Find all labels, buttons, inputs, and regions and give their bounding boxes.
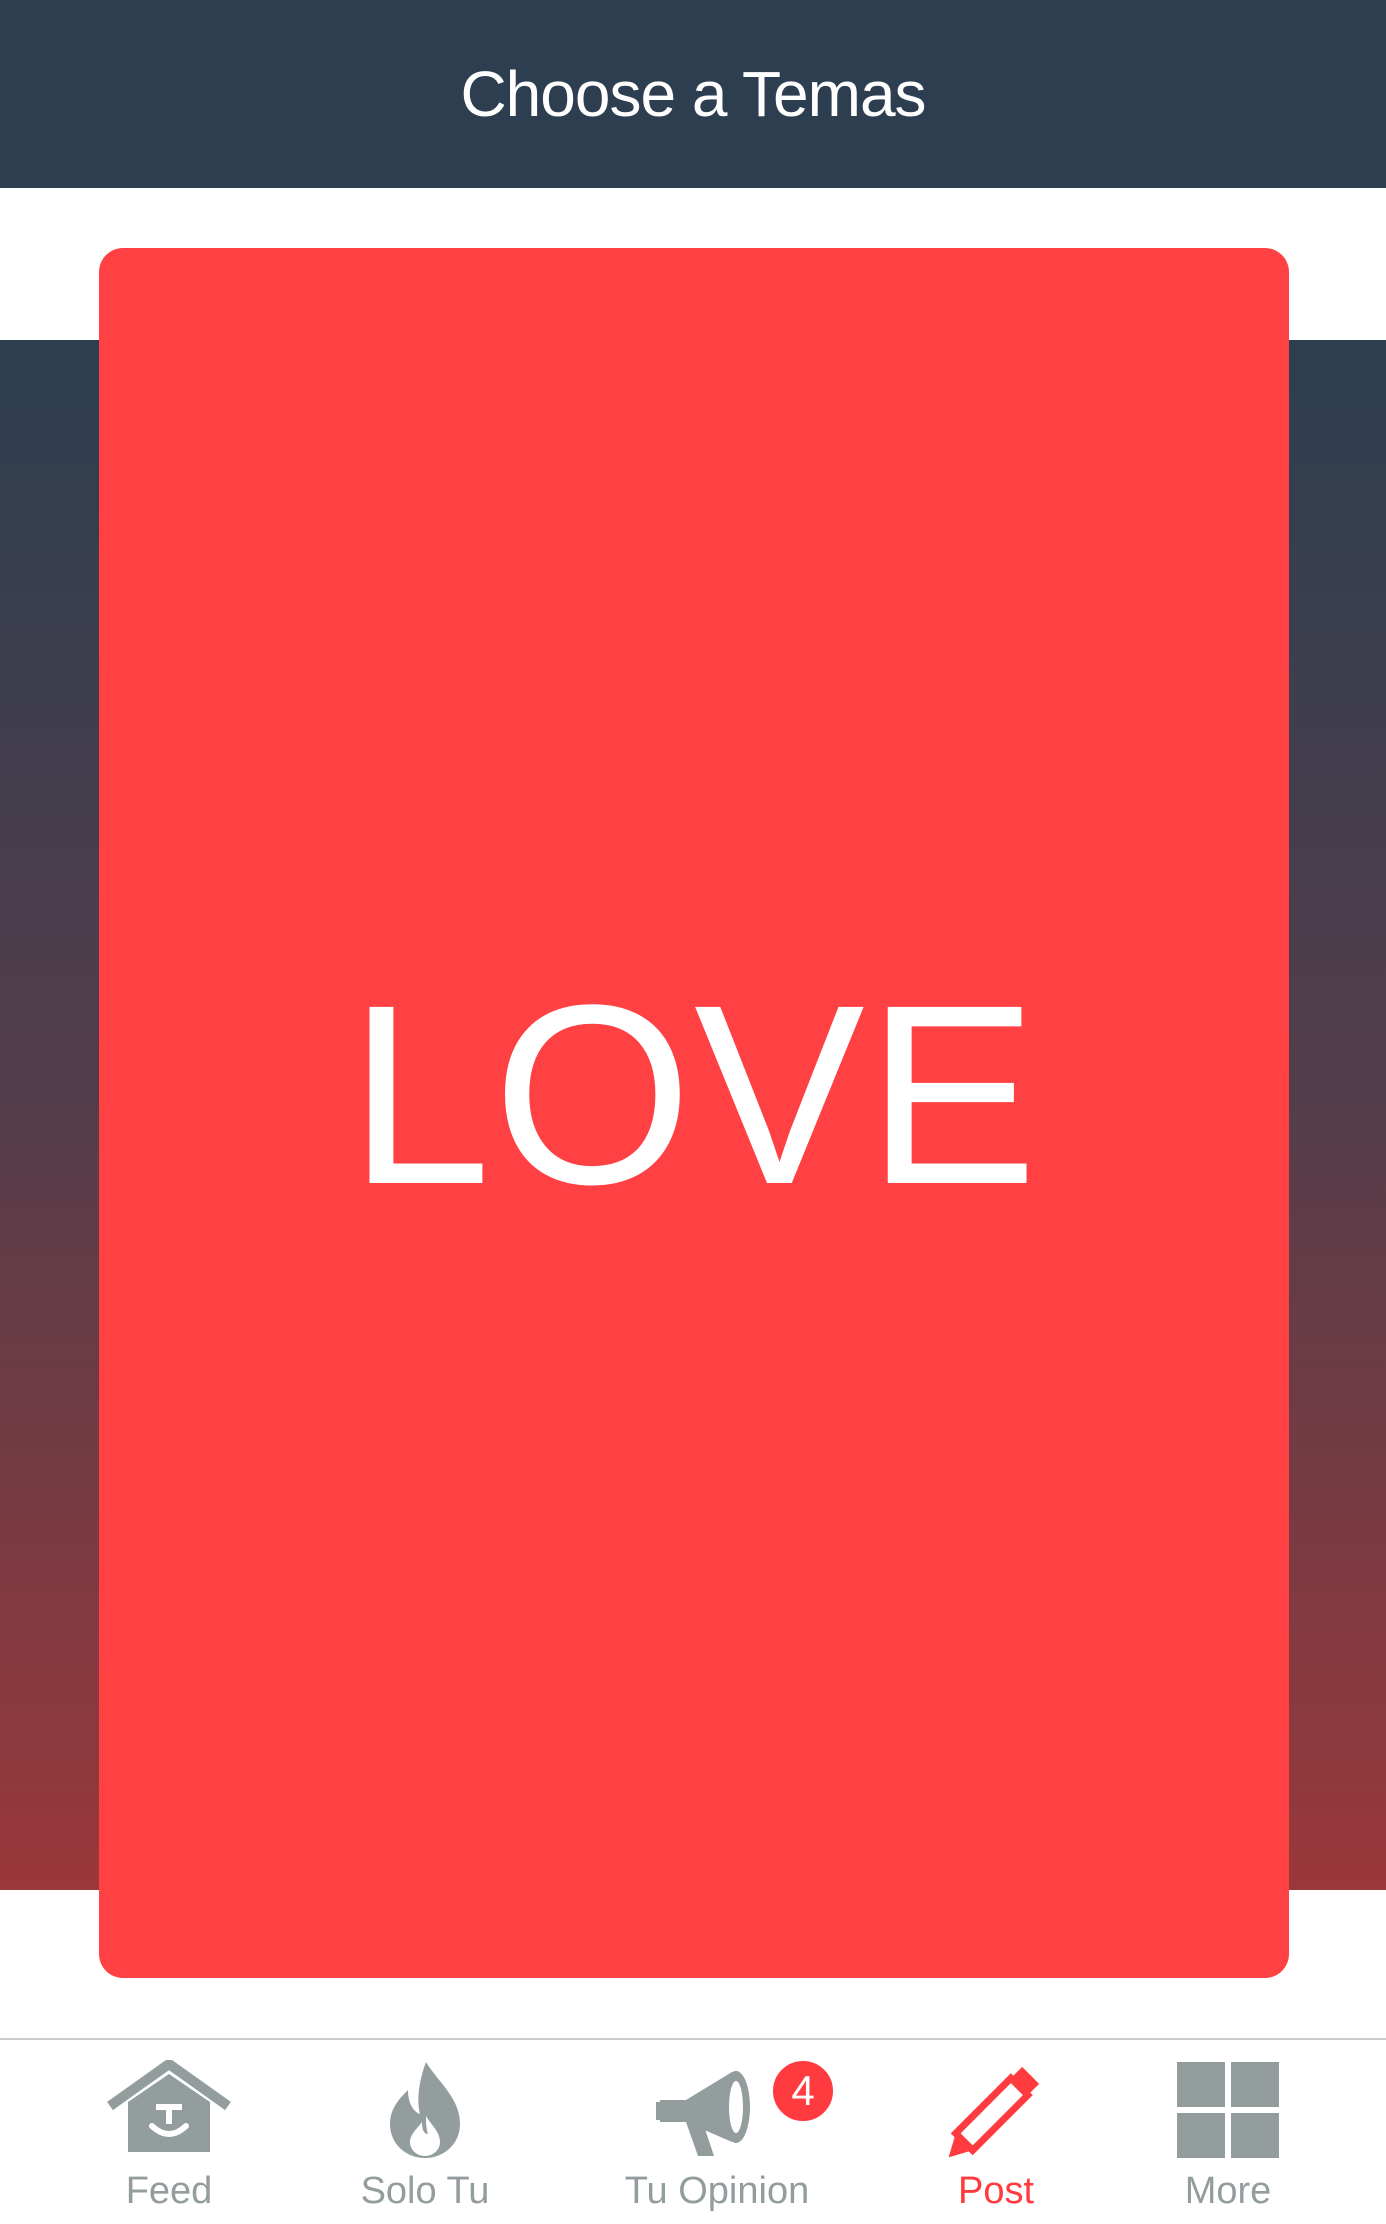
tab-tu-opinion-label: Tu Opinion (624, 2170, 810, 2212)
tab-solo-tu[interactable]: Solo Tu (320, 2040, 530, 2224)
tab-post-label: Post (957, 2170, 1035, 2212)
page-title: Choose a Temas (460, 58, 926, 130)
tab-feed[interactable]: Feed (60, 2040, 278, 2224)
topic-card-love[interactable]: LOVE (99, 248, 1289, 1978)
pencil-icon (948, 2066, 1040, 2158)
tab-solo-tu-label: Solo Tu (360, 2170, 490, 2212)
tab-more[interactable]: More (1128, 2040, 1328, 2224)
grid-icon (1177, 2062, 1279, 2158)
tab-post[interactable]: Post (890, 2040, 1102, 2224)
feed-home-icon (107, 2060, 231, 2152)
header-bar: Choose a Temas (0, 0, 1386, 188)
tab-more-label: More (1184, 2170, 1272, 2212)
topic-card-label: LOVE (348, 952, 1040, 1238)
megaphone-icon (656, 2071, 750, 2156)
bottom-tab-bar: Feed Solo Tu Tu Opinion Post More (0, 2038, 1386, 2224)
flame-icon (390, 2062, 460, 2158)
notification-badge: 4 (770, 2058, 836, 2124)
tab-feed-label: Feed (125, 2170, 213, 2212)
